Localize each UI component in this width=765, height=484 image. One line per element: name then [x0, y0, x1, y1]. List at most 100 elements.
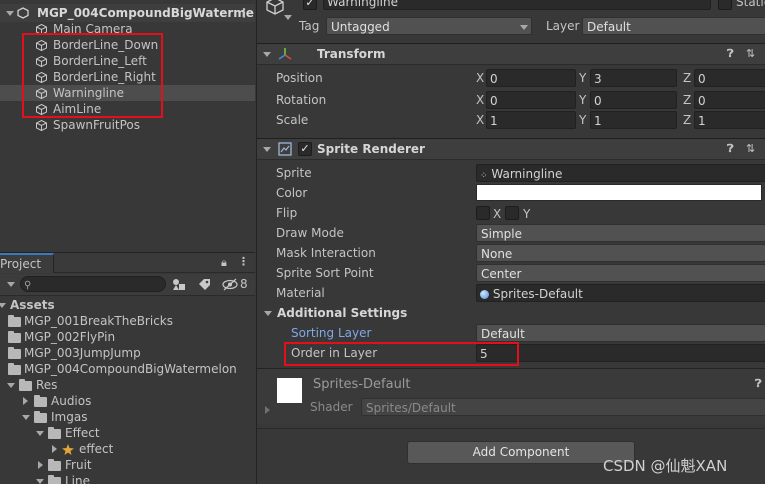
axis-y-label[interactable]: Y [579, 113, 586, 127]
sprite-object-field[interactable]: ⁘ Warningline [476, 164, 765, 182]
help-icon[interactable]: ❓︎ [727, 47, 734, 61]
sprite-renderer-enabled-checkbox[interactable]: ✓ [298, 142, 312, 156]
axis-z-label[interactable]: Z [683, 71, 691, 85]
tree-item[interactable]: MGP_004CompoundBigWatermelon [0, 361, 255, 377]
tree-item[interactable]: Fruit [0, 457, 255, 473]
lock-icon[interactable]: 🔒︎ [221, 256, 227, 270]
preset-settings-icon[interactable]: ⇅ [746, 47, 755, 60]
position-x-field[interactable]: 0 [486, 69, 576, 87]
tree-item-label: Res [36, 378, 58, 392]
position-z-field[interactable]: 0 [694, 69, 765, 87]
scale-x-field[interactable]: 1 [486, 111, 576, 129]
add-component-label: Add Component [472, 445, 570, 459]
axis-x-label[interactable]: X [476, 113, 484, 127]
scale-y-field[interactable]: 1 [590, 111, 677, 129]
chevron-right-icon[interactable] [23, 397, 28, 405]
tree-item[interactable]: Res [0, 377, 255, 393]
add-component-button[interactable]: Add Component [407, 441, 635, 464]
search-icon: ⚲ [24, 280, 32, 291]
static-label: Static [736, 0, 765, 9]
order-in-layer-field[interactable]: 5 [476, 344, 765, 362]
chevron-right-icon[interactable] [265, 406, 270, 414]
static-checkbox[interactable] [718, 0, 732, 10]
tree-item[interactable]: Line [0, 473, 255, 484]
axis-x-label[interactable]: X [476, 71, 484, 85]
sprite-sort-point-value: Center [481, 267, 522, 281]
tree-item-label: effect [79, 442, 114, 456]
create-dropdown-button[interactable] [5, 276, 17, 292]
rotation-y-field[interactable]: 0 [590, 91, 677, 109]
axis-y-label[interactable]: Y [579, 71, 586, 85]
tree-item[interactable]: Effect [0, 425, 255, 441]
chevron-down-icon[interactable] [7, 383, 15, 388]
sorting-layer-dropdown[interactable]: Default [476, 324, 765, 342]
object-name-value: Warningline [327, 0, 398, 9]
chevron-down-icon[interactable] [264, 311, 272, 316]
sprite-renderer-header[interactable]: ✓ Sprite Renderer ❓︎ ⇅ [257, 138, 765, 160]
tab-project[interactable]: Project [0, 253, 54, 273]
mask-interaction-dropdown[interactable]: None [476, 244, 765, 262]
chevron-right-icon[interactable] [52, 445, 57, 453]
folder-icon [19, 379, 32, 391]
sprite-sort-point-dropdown[interactable]: Center [476, 264, 765, 282]
hierarchy-scene-row[interactable]: MGP_004CompoundBigWaterme ⋮ [0, 4, 255, 22]
color-swatch[interactable] [476, 184, 762, 201]
transform-header[interactable]: Transform ❓︎ ⇅ [257, 43, 765, 65]
axis-z-label[interactable]: Z [683, 113, 691, 127]
hierarchy-item[interactable]: SpawnFruitPos [0, 117, 255, 133]
draw-mode-dropdown[interactable]: Simple [476, 224, 765, 242]
chevron-down-icon[interactable] [284, 15, 292, 20]
chevron-down-icon[interactable] [36, 431, 44, 436]
tree-item[interactable]: MGP_002FlyPin [0, 329, 255, 345]
chevron-right-icon[interactable] [38, 461, 43, 469]
label-tag-icon[interactable] [198, 278, 211, 291]
kebab-menu-icon[interactable]: ⋮ [238, 4, 250, 22]
tree-item-label: MGP_003JumpJump [24, 346, 141, 360]
chevron-down-icon[interactable] [0, 303, 6, 308]
flip-y-checkbox[interactable] [505, 206, 519, 220]
tree-item-label: Fruit [65, 458, 92, 472]
chevron-down-icon[interactable] [36, 479, 44, 484]
preset-settings-icon[interactable]: ⇅ [746, 142, 755, 155]
search-input[interactable]: ⚲ [20, 276, 166, 292]
tree-item[interactable]: MGP_003JumpJump [0, 345, 255, 361]
layer-dropdown[interactable]: Default [582, 17, 765, 35]
hierarchy-item-label: SpawnFruitPos [53, 118, 141, 132]
kebab-menu-icon[interactable]: ⋮ [238, 255, 249, 268]
tree-item[interactable]: MGP_001BreakTheBricks [0, 313, 255, 329]
rotation-x-field[interactable]: 0 [486, 91, 576, 109]
tag-value: Untagged [331, 20, 390, 34]
shader-dropdown[interactable]: Sprites/Default [361, 398, 765, 416]
rotation-z-field[interactable]: 0 [694, 91, 765, 109]
axis-y-label[interactable]: Y [579, 93, 586, 107]
chevron-down-icon[interactable] [22, 415, 30, 420]
chevron-down-icon[interactable] [263, 52, 271, 57]
help-icon[interactable]: ❓︎ [755, 377, 762, 391]
chevron-down-icon[interactable] [6, 11, 14, 16]
additional-settings-foldout[interactable]: Additional Settings [257, 304, 765, 324]
chevron-down-icon[interactable] [263, 147, 271, 152]
position-label: Position [276, 71, 323, 85]
flip-label: Flip [276, 206, 298, 220]
tag-dropdown[interactable]: Untagged [326, 17, 532, 35]
folder-icon [8, 315, 21, 327]
flip-x-checkbox[interactable] [476, 206, 490, 220]
tree-item-label: Audios [51, 394, 92, 408]
scale-z-field[interactable]: 1 [694, 111, 765, 129]
material-object-field[interactable]: Sprites-Default [476, 284, 765, 302]
tree-item-assets[interactable]: Assets [0, 297, 255, 313]
axis-x-label[interactable]: X [476, 93, 484, 107]
active-checkbox[interactable]: ✓ [303, 0, 317, 10]
hidden-packages-icon[interactable] [222, 278, 238, 291]
scene-title: MGP_004CompoundBigWaterme [37, 6, 254, 20]
tree-item[interactable]: Imgas [0, 409, 255, 425]
object-name-field[interactable]: Warningline [323, 0, 711, 10]
help-icon[interactable]: ❓︎ [727, 142, 734, 156]
tree-item[interactable]: Audios [0, 393, 255, 409]
tree-item[interactable]: effect [0, 441, 255, 457]
tab-project-label: Project [0, 257, 42, 271]
filter-by-type-icon[interactable] [172, 278, 186, 291]
folder-icon [8, 347, 21, 359]
position-y-field[interactable]: 3 [590, 69, 677, 87]
axis-z-label[interactable]: Z [683, 93, 691, 107]
